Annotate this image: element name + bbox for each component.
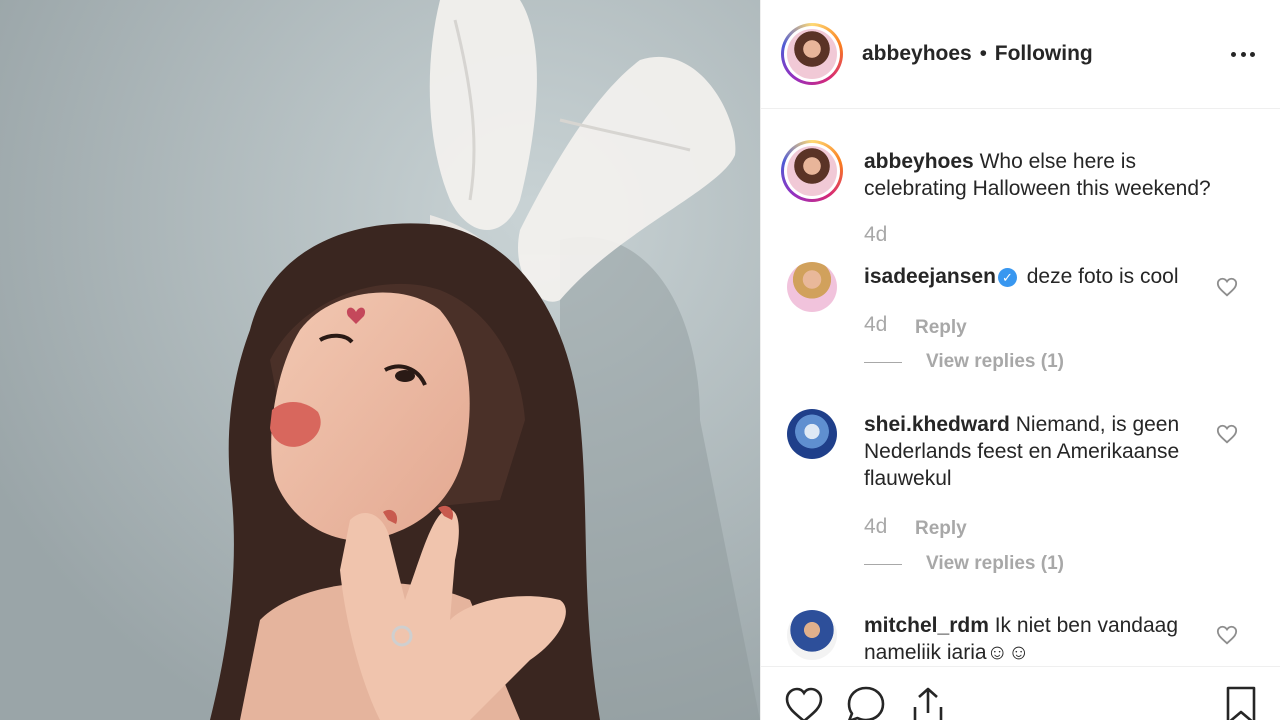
view-replies-button[interactable]: View replies (1) [864,553,1064,575]
view-replies-label: View replies (1) [926,351,1064,372]
commenter-avatar[interactable] [787,409,837,459]
comment-timestamp[interactable]: 4d [864,515,887,539]
comment-item: shei.khedward Niemand, is geen Nederland… [864,411,1204,492]
comment-like-heart-icon[interactable] [1216,276,1238,298]
author-avatar[interactable] [781,23,843,85]
comment-timestamp[interactable]: 4d [864,313,887,337]
post-actions-bar [761,666,1280,720]
comment-like-heart-icon[interactable] [1216,624,1238,646]
comment-username[interactable]: shei.khedward [864,413,1010,436]
view-replies-button[interactable]: View replies (1) [864,351,1064,373]
heart-icon[interactable] [784,685,824,720]
post-caption: abbeyhoes Who else here is celebrating H… [864,148,1244,202]
commenter-avatar[interactable] [787,262,837,312]
more-options-icon[interactable] [1227,43,1259,65]
verified-badge-icon: ✓ [997,268,1017,287]
comment-item: mitchel_rdm Ik niet ben vandaag nameliik… [864,612,1204,666]
comment-username[interactable]: mitchel_rdm [864,614,989,637]
caption-username[interactable]: abbeyhoes [864,150,974,173]
separator-dot: • [979,42,987,65]
bookmark-icon[interactable] [1221,685,1261,720]
comment-like-heart-icon[interactable] [1216,423,1238,445]
view-replies-label: View replies (1) [926,553,1064,574]
comment-text: deze foto is cool [1026,265,1179,288]
reply-button[interactable]: Reply [915,317,967,339]
comments-list[interactable]: abbeyhoes Who else here is celebrating H… [761,110,1280,666]
view-replies-line [864,563,902,565]
caption-author-avatar[interactable] [781,140,843,202]
post-header: abbeyhoes • Following [761,0,1280,109]
header-text: abbeyhoes • Following [862,40,1093,68]
commenter-avatar[interactable] [787,610,837,660]
reply-button[interactable]: Reply [915,518,967,540]
following-button[interactable]: Following [995,42,1093,65]
post-details-panel: abbeyhoes • Following abbeyhoes Who else… [760,0,1280,720]
comment-item: isadeejansen ✓ deze foto is cool [864,263,1204,290]
post-photo[interactable] [0,0,760,720]
view-replies-line [864,361,902,363]
comment-icon[interactable] [846,685,886,720]
share-icon[interactable] [908,685,948,720]
comment-username[interactable]: isadeejansen [864,265,996,288]
author-username[interactable]: abbeyhoes [862,42,972,65]
caption-timestamp[interactable]: 4d [864,223,887,247]
post-photo-illustration [0,0,760,720]
